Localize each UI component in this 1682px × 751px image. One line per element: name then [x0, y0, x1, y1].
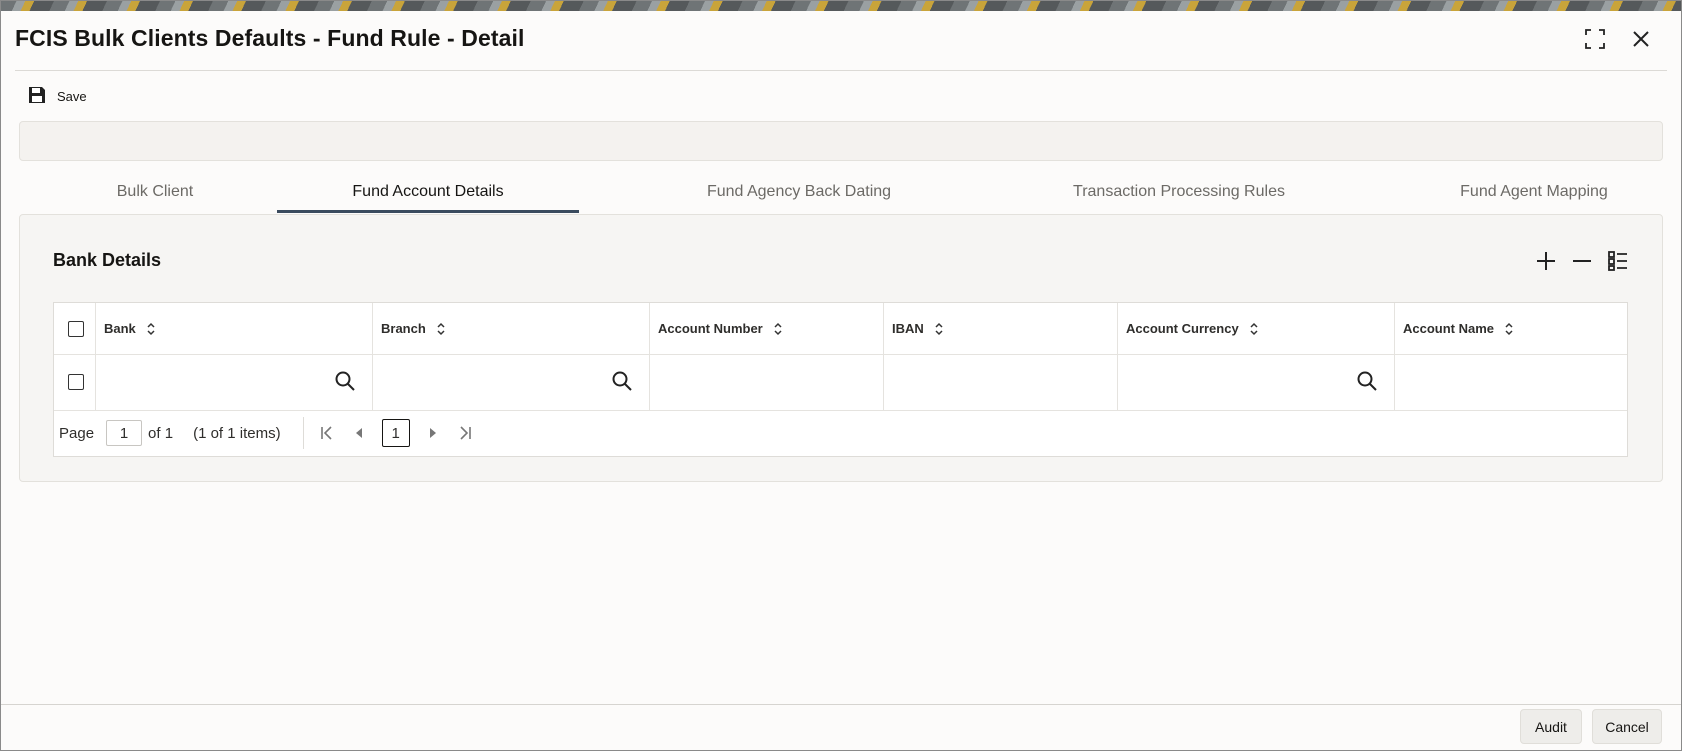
delete-row-icon[interactable] — [1570, 249, 1594, 273]
page-count: of 1 — [148, 424, 174, 442]
account-currency-cell[interactable] — [1118, 354, 1395, 410]
tab-bulk-client[interactable]: Bulk Client — [75, 179, 235, 213]
sort-icon — [147, 322, 155, 335]
save-label: Save — [57, 89, 87, 104]
column-header-branch[interactable]: Branch — [373, 303, 650, 354]
last-page-icon[interactable] — [456, 424, 474, 442]
column-header-label: Account Name — [1403, 321, 1495, 336]
row-select-cell — [54, 354, 96, 410]
column-header-label: Bank — [104, 321, 136, 336]
column-header-label: IBAN — [892, 321, 924, 336]
table-header-row: Bank Branch Account Number IBAN Account … — [54, 303, 1627, 355]
save-icon — [27, 85, 47, 108]
sort-icon — [1505, 322, 1513, 335]
audit-button[interactable]: Audit — [1520, 709, 1582, 744]
column-header-label: Account Number — [658, 321, 763, 336]
cancel-button[interactable]: Cancel — [1592, 709, 1662, 744]
add-row-icon[interactable] — [1534, 249, 1558, 273]
next-page-icon[interactable] — [424, 424, 442, 442]
items-count: (1 of 1 items) — [193, 424, 281, 442]
search-icon[interactable] — [611, 370, 633, 392]
account-name-cell[interactable] — [1395, 354, 1627, 410]
sort-icon — [935, 322, 943, 335]
bank-details-table: Bank Branch Account Number IBAN Account … — [53, 302, 1628, 457]
page-navigation: 1 — [302, 417, 474, 449]
sort-icon — [774, 322, 782, 335]
page-title: FCIS Bulk Clients Defaults - Fund Rule -… — [15, 25, 525, 51]
column-header-account-number[interactable]: Account Number — [650, 303, 884, 354]
select-all-cell — [54, 303, 96, 354]
page-input[interactable]: 1 — [106, 420, 143, 446]
save-button[interactable]: Save — [27, 85, 87, 108]
title-divider — [15, 70, 1667, 71]
search-icon[interactable] — [334, 370, 356, 392]
account-number-cell[interactable] — [650, 354, 884, 410]
column-header-label: Branch — [381, 321, 426, 336]
section-title: Bank Details — [53, 250, 162, 270]
footer-divider — [1, 704, 1681, 705]
single-record-view-icon[interactable] — [1606, 249, 1630, 273]
pagination: Page 1 of 1 (1 of 1 items) 1 — [54, 411, 1627, 455]
header-banner — [1, 1, 1681, 11]
tab-fund-agency-back-dating[interactable]: Fund Agency Back Dating — [659, 179, 939, 213]
page-label: Page — [59, 424, 95, 442]
row-checkbox[interactable] — [68, 374, 84, 390]
first-page-icon[interactable] — [318, 424, 336, 442]
sort-icon — [437, 322, 445, 335]
select-all-checkbox[interactable] — [68, 320, 84, 337]
info-strip — [19, 121, 1663, 161]
iban-cell[interactable] — [884, 354, 1118, 410]
dialog-window: FCIS Bulk Clients Defaults - Fund Rule -… — [0, 0, 1682, 751]
tab-fund-agent-mapping[interactable]: Fund Agent Mapping — [1419, 179, 1649, 213]
sort-icon — [1250, 322, 1258, 335]
search-icon[interactable] — [1356, 370, 1378, 392]
table-actions — [1534, 249, 1630, 273]
window-controls — [1583, 27, 1653, 51]
bank-details-panel: Bank Details Bank Branch Account Number … — [19, 214, 1663, 482]
close-icon[interactable] — [1629, 27, 1653, 51]
tab-bar: Bulk Client Fund Account Details Fund Ag… — [19, 179, 1663, 213]
column-header-account-name[interactable]: Account Name — [1395, 303, 1627, 354]
tab-fund-account-details[interactable]: Fund Account Details — [277, 179, 579, 213]
previous-page-icon[interactable] — [350, 424, 368, 442]
column-header-account-currency[interactable]: Account Currency — [1118, 303, 1395, 354]
table-row — [54, 354, 1627, 411]
column-header-label: Account Currency — [1126, 321, 1239, 336]
branch-cell[interactable] — [373, 354, 650, 410]
current-page-button[interactable]: 1 — [381, 419, 410, 447]
tab-transaction-processing-rules[interactable]: Transaction Processing Rules — [1029, 179, 1329, 213]
bank-cell[interactable] — [96, 354, 373, 410]
column-header-iban[interactable]: IBAN — [884, 303, 1118, 354]
column-header-bank[interactable]: Bank — [96, 303, 373, 354]
maximize-icon[interactable] — [1583, 27, 1607, 51]
